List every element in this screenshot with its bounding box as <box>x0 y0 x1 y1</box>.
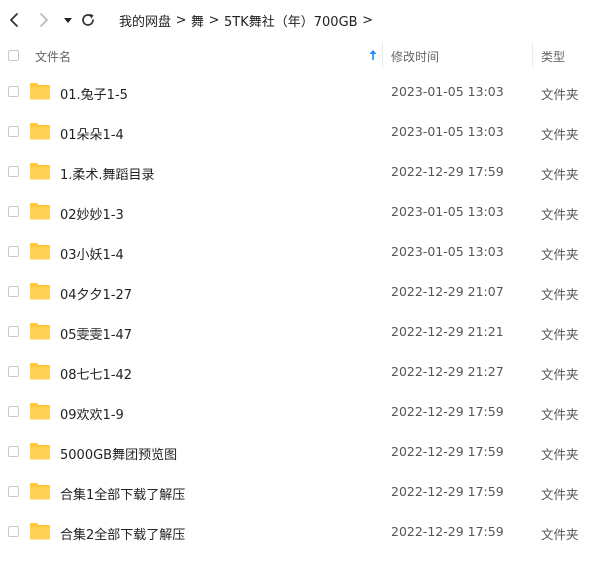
file-type: 文件夹 <box>541 527 579 542</box>
row-checkbox[interactable] <box>8 86 19 97</box>
breadcrumb: 我的网盘 > 舞 > 5TK舞社（年）700GB > <box>119 11 378 30</box>
folder-icon <box>30 403 50 420</box>
file-modified-time: 2022-12-29 21:21 <box>391 324 504 339</box>
file-name[interactable]: 01.兔子1-5 <box>60 84 128 103</box>
folder-icon <box>30 363 50 380</box>
row-checkbox[interactable] <box>8 126 19 137</box>
select-all-checkbox[interactable] <box>8 50 19 61</box>
file-row[interactable]: 合集1全部下载了解压 2022-12-29 17:59 文件夹 <box>0 472 608 512</box>
row-checkbox[interactable] <box>8 286 19 297</box>
file-modified-time: 2022-12-29 17:59 <box>391 444 504 459</box>
breadcrumb-item-root[interactable]: 我的网盘 <box>119 11 171 30</box>
file-type: 文件夹 <box>541 287 579 302</box>
file-type: 文件夹 <box>541 407 579 422</box>
row-checkbox[interactable] <box>8 366 19 377</box>
chevron-left-icon <box>10 13 18 27</box>
file-modified-time: 2022-12-29 17:59 <box>391 484 504 499</box>
sort-up-arrow-icon[interactable] <box>368 49 378 61</box>
column-header-type[interactable]: 类型 <box>541 48 565 65</box>
file-name[interactable]: 09欢欢1-9 <box>60 404 124 423</box>
file-row[interactable]: 01.兔子1-5 2023-01-05 13:03 文件夹 <box>0 72 608 112</box>
file-row[interactable]: 03小妖1-4 2023-01-05 13:03 文件夹 <box>0 232 608 272</box>
row-checkbox[interactable] <box>8 206 19 217</box>
file-type: 文件夹 <box>541 127 579 142</box>
file-row[interactable]: 1.柔术.舞蹈目录 2022-12-29 17:59 文件夹 <box>0 152 608 192</box>
file-row[interactable]: 04夕夕1-27 2022-12-29 21:07 文件夹 <box>0 272 608 312</box>
file-name[interactable]: 01朵朵1-4 <box>60 124 124 143</box>
folder-icon <box>30 523 50 540</box>
file-list-header: 文件名 修改时间 类型 <box>0 40 608 70</box>
forward-button[interactable] <box>34 10 54 30</box>
file-modified-time: 2023-01-05 13:03 <box>391 124 504 139</box>
file-modified-time: 2022-12-29 21:07 <box>391 284 504 299</box>
file-type: 文件夹 <box>541 367 579 382</box>
file-type: 文件夹 <box>541 327 579 342</box>
breadcrumb-separator: > <box>208 13 220 28</box>
file-type: 文件夹 <box>541 207 579 222</box>
folder-icon <box>30 243 50 260</box>
breadcrumb-separator: > <box>175 13 187 28</box>
back-button[interactable] <box>4 10 24 30</box>
file-row[interactable]: 02妙妙1-3 2023-01-05 13:03 文件夹 <box>0 192 608 232</box>
caret-down-icon <box>64 18 72 23</box>
folder-icon <box>30 203 50 220</box>
file-name[interactable]: 1.柔术.舞蹈目录 <box>60 164 155 183</box>
row-checkbox[interactable] <box>8 406 19 417</box>
file-name[interactable]: 03小妖1-4 <box>60 244 124 263</box>
file-type: 文件夹 <box>541 447 579 462</box>
file-name[interactable]: 02妙妙1-3 <box>60 204 124 223</box>
file-row[interactable]: 05雯雯1-47 2022-12-29 21:21 文件夹 <box>0 312 608 352</box>
column-header-modified[interactable]: 修改时间 <box>391 48 439 65</box>
row-checkbox[interactable] <box>8 486 19 497</box>
refresh-icon <box>82 13 94 26</box>
file-name[interactable]: 合集2全部下载了解压 <box>60 524 185 543</box>
file-modified-time: 2023-01-05 13:03 <box>391 84 504 99</box>
column-divider[interactable] <box>382 42 383 68</box>
file-name[interactable]: 合集1全部下载了解压 <box>60 484 185 503</box>
file-row[interactable]: 合集2全部下载了解压 2022-12-29 17:59 文件夹 <box>0 512 608 552</box>
file-name[interactable]: 08七七1-42 <box>60 364 132 383</box>
column-header-name[interactable]: 文件名 <box>35 48 71 65</box>
row-checkbox[interactable] <box>8 526 19 537</box>
folder-icon <box>30 323 50 340</box>
breadcrumb-separator: > <box>362 13 374 28</box>
file-modified-time: 2022-12-29 21:27 <box>391 364 504 379</box>
file-row[interactable]: 08七七1-42 2022-12-29 21:27 文件夹 <box>0 352 608 392</box>
folder-icon <box>30 483 50 500</box>
file-modified-time: 2022-12-29 17:59 <box>391 524 504 539</box>
folder-icon <box>30 83 50 100</box>
column-divider[interactable] <box>532 42 533 68</box>
file-row[interactable]: 09欢欢1-9 2022-12-29 17:59 文件夹 <box>0 392 608 432</box>
folder-icon <box>30 283 50 300</box>
file-type: 文件夹 <box>541 247 579 262</box>
history-dropdown-button[interactable] <box>58 10 78 30</box>
row-checkbox[interactable] <box>8 166 19 177</box>
row-checkbox[interactable] <box>8 326 19 337</box>
navigation-toolbar: 我的网盘 > 舞 > 5TK舞社（年）700GB > <box>0 0 608 40</box>
chevron-right-icon <box>40 13 48 27</box>
file-name[interactable]: 05雯雯1-47 <box>60 324 132 343</box>
file-modified-time: 2022-12-29 17:59 <box>391 404 504 419</box>
breadcrumb-item-folder[interactable]: 舞 <box>191 11 204 30</box>
refresh-button[interactable] <box>78 10 98 30</box>
file-name[interactable]: 5000GB舞团预览图 <box>60 444 177 463</box>
folder-icon <box>30 443 50 460</box>
file-type: 文件夹 <box>541 87 579 102</box>
file-modified-time: 2023-01-05 13:03 <box>391 204 504 219</box>
folder-icon <box>30 123 50 140</box>
folder-icon <box>30 163 50 180</box>
breadcrumb-item-current[interactable]: 5TK舞社（年）700GB <box>224 11 358 30</box>
file-row[interactable]: 5000GB舞团预览图 2022-12-29 17:59 文件夹 <box>0 432 608 472</box>
file-type: 文件夹 <box>541 167 579 182</box>
file-type: 文件夹 <box>541 487 579 502</box>
row-checkbox[interactable] <box>8 446 19 457</box>
file-modified-time: 2022-12-29 17:59 <box>391 164 504 179</box>
file-modified-time: 2023-01-05 13:03 <box>391 244 504 259</box>
file-row[interactable]: 01朵朵1-4 2023-01-05 13:03 文件夹 <box>0 112 608 152</box>
file-name[interactable]: 04夕夕1-27 <box>60 284 132 303</box>
row-checkbox[interactable] <box>8 246 19 257</box>
